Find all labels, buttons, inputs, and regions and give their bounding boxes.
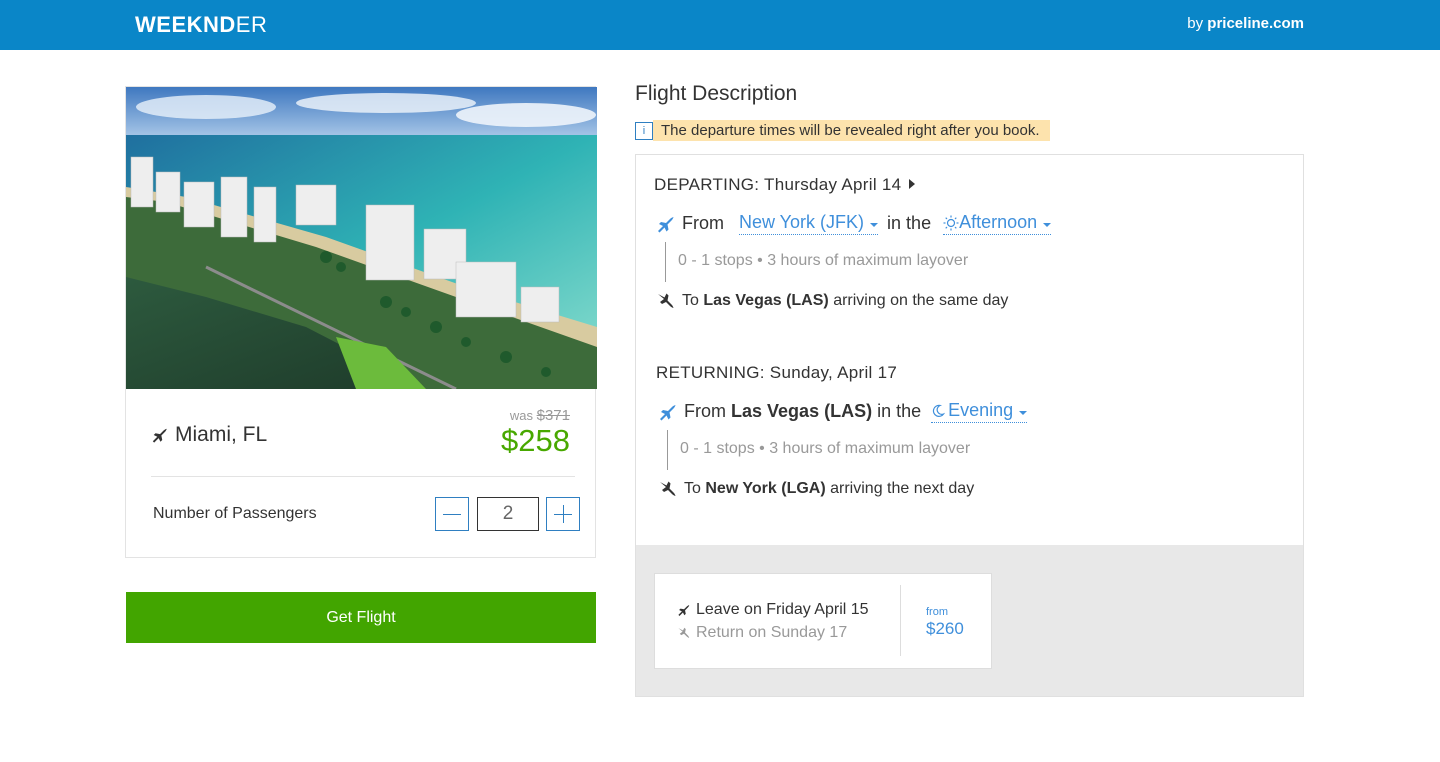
destination: Miami, FL xyxy=(151,423,267,447)
airplane-takeoff-icon xyxy=(658,216,674,232)
departing-time-select[interactable]: Afternoon xyxy=(943,212,1052,235)
destination-photo xyxy=(126,87,597,389)
returning-from-row: From Las Vegas (LAS) in the Evening xyxy=(658,400,1028,423)
returning-section: RETURNING: Sunday, April 17 xyxy=(656,363,897,383)
from-label: From xyxy=(682,213,724,233)
in-the-label: in the xyxy=(887,213,932,233)
departing-origin-select[interactable]: New York (JFK) xyxy=(739,212,879,235)
departing-arrival: To Las Vegas (LAS) arriving on the same … xyxy=(656,291,1008,311)
departing-title: DEPARTING: Thursday April 14 xyxy=(654,175,902,194)
alt-leave-text: Leave on Friday April 15 xyxy=(696,601,869,618)
get-flight-button[interactable]: Get Flight xyxy=(126,592,596,643)
alt-return: Return on Sunday 17 xyxy=(677,624,847,642)
deal-price: $258 xyxy=(501,423,570,458)
flight-description-title: Flight Description xyxy=(635,82,798,105)
time-of-day-text: Evening xyxy=(948,400,1014,420)
caret-down-icon xyxy=(870,222,879,227)
alt-leave: Leave on Friday April 15 xyxy=(677,601,869,619)
to-label: To xyxy=(684,480,701,497)
destination-airport: Las Vegas (LAS) xyxy=(703,292,829,309)
priceline-brand: priceline.com xyxy=(1207,15,1304,32)
alt-price: $260 xyxy=(926,619,964,638)
weeknder-logo[interactable]: WEEKNDER xyxy=(135,12,267,38)
info-icon: i xyxy=(635,121,653,140)
departing-stops: 0 - 1 stops • 3 hours of maximum layover xyxy=(665,242,968,282)
partner-credit[interactable]: by priceline.com xyxy=(1187,15,1304,32)
by-prefix: by xyxy=(1187,15,1204,32)
departing-section[interactable]: DEPARTING: Thursday April 14 xyxy=(654,175,916,195)
separator xyxy=(900,585,901,656)
airplane-takeoff-icon xyxy=(678,605,690,616)
caret-right-icon xyxy=(909,179,916,189)
top-bar: WEEKNDER by priceline.com xyxy=(0,0,1440,50)
origin-text: New York (JFK) xyxy=(739,212,865,232)
sun-icon xyxy=(943,215,959,230)
alternative-date-option[interactable]: Leave on Friday April 15 Return on Sunda… xyxy=(654,573,992,669)
returning-origin: Las Vegas (LAS) xyxy=(731,401,873,421)
decrease-passengers-button[interactable] xyxy=(435,497,469,531)
passengers-input[interactable] xyxy=(477,497,539,531)
to-label: To xyxy=(682,292,699,309)
returning-title: RETURNING: Sunday, April 17 xyxy=(656,363,898,382)
caret-down-icon xyxy=(1019,410,1028,415)
logo-bold: WEEKND xyxy=(135,12,236,37)
airplane-landing-icon xyxy=(678,627,690,638)
departure-notice: i The departure times will be revealed r… xyxy=(635,120,1050,141)
flight-panel: DEPARTING: Thursday April 14 From New Yo… xyxy=(635,154,1304,697)
passengers-label: Number of Passengers xyxy=(153,505,317,522)
airplane-landing-icon xyxy=(658,293,674,308)
caret-down-icon xyxy=(1043,222,1052,227)
arrival-note: arriving the next day xyxy=(830,480,975,497)
airplane-landing-icon xyxy=(660,481,676,496)
plus-icon xyxy=(563,505,564,523)
was-label: was xyxy=(509,408,533,423)
from-label: From xyxy=(684,401,726,421)
alt-return-text: Return on Sunday 17 xyxy=(696,624,848,641)
returning-arrival: To New York (LGA) arriving the next day xyxy=(658,479,974,499)
arrival-note: arriving on the same day xyxy=(833,292,1009,309)
original-price: was $371 xyxy=(510,407,570,424)
deal-card: Miami, FL was $371 $258 Number of Passen… xyxy=(125,86,597,558)
minus-icon xyxy=(443,514,461,515)
logo-light: ER xyxy=(235,12,268,37)
divider xyxy=(151,476,575,477)
returning-time-select[interactable]: Evening xyxy=(931,400,1028,423)
notice-text: The departure times will be revealed rig… xyxy=(653,120,1050,141)
returning-stops: 0 - 1 stops • 3 hours of maximum layover xyxy=(667,430,970,470)
in-the-label: in the xyxy=(877,401,922,421)
departing-from-row: From New York (JFK) in the Afternoon xyxy=(656,212,1052,235)
alt-from-label: from xyxy=(926,606,948,618)
airplane-icon xyxy=(152,428,167,443)
was-price: $371 xyxy=(536,407,570,424)
time-of-day-text: Afternoon xyxy=(959,212,1038,232)
destination-name: Miami, FL xyxy=(175,423,268,446)
moon-icon xyxy=(933,404,946,417)
increase-passengers-button[interactable] xyxy=(546,497,580,531)
destination-airport: New York (LGA) xyxy=(705,480,826,497)
airplane-takeoff-icon xyxy=(660,404,676,420)
